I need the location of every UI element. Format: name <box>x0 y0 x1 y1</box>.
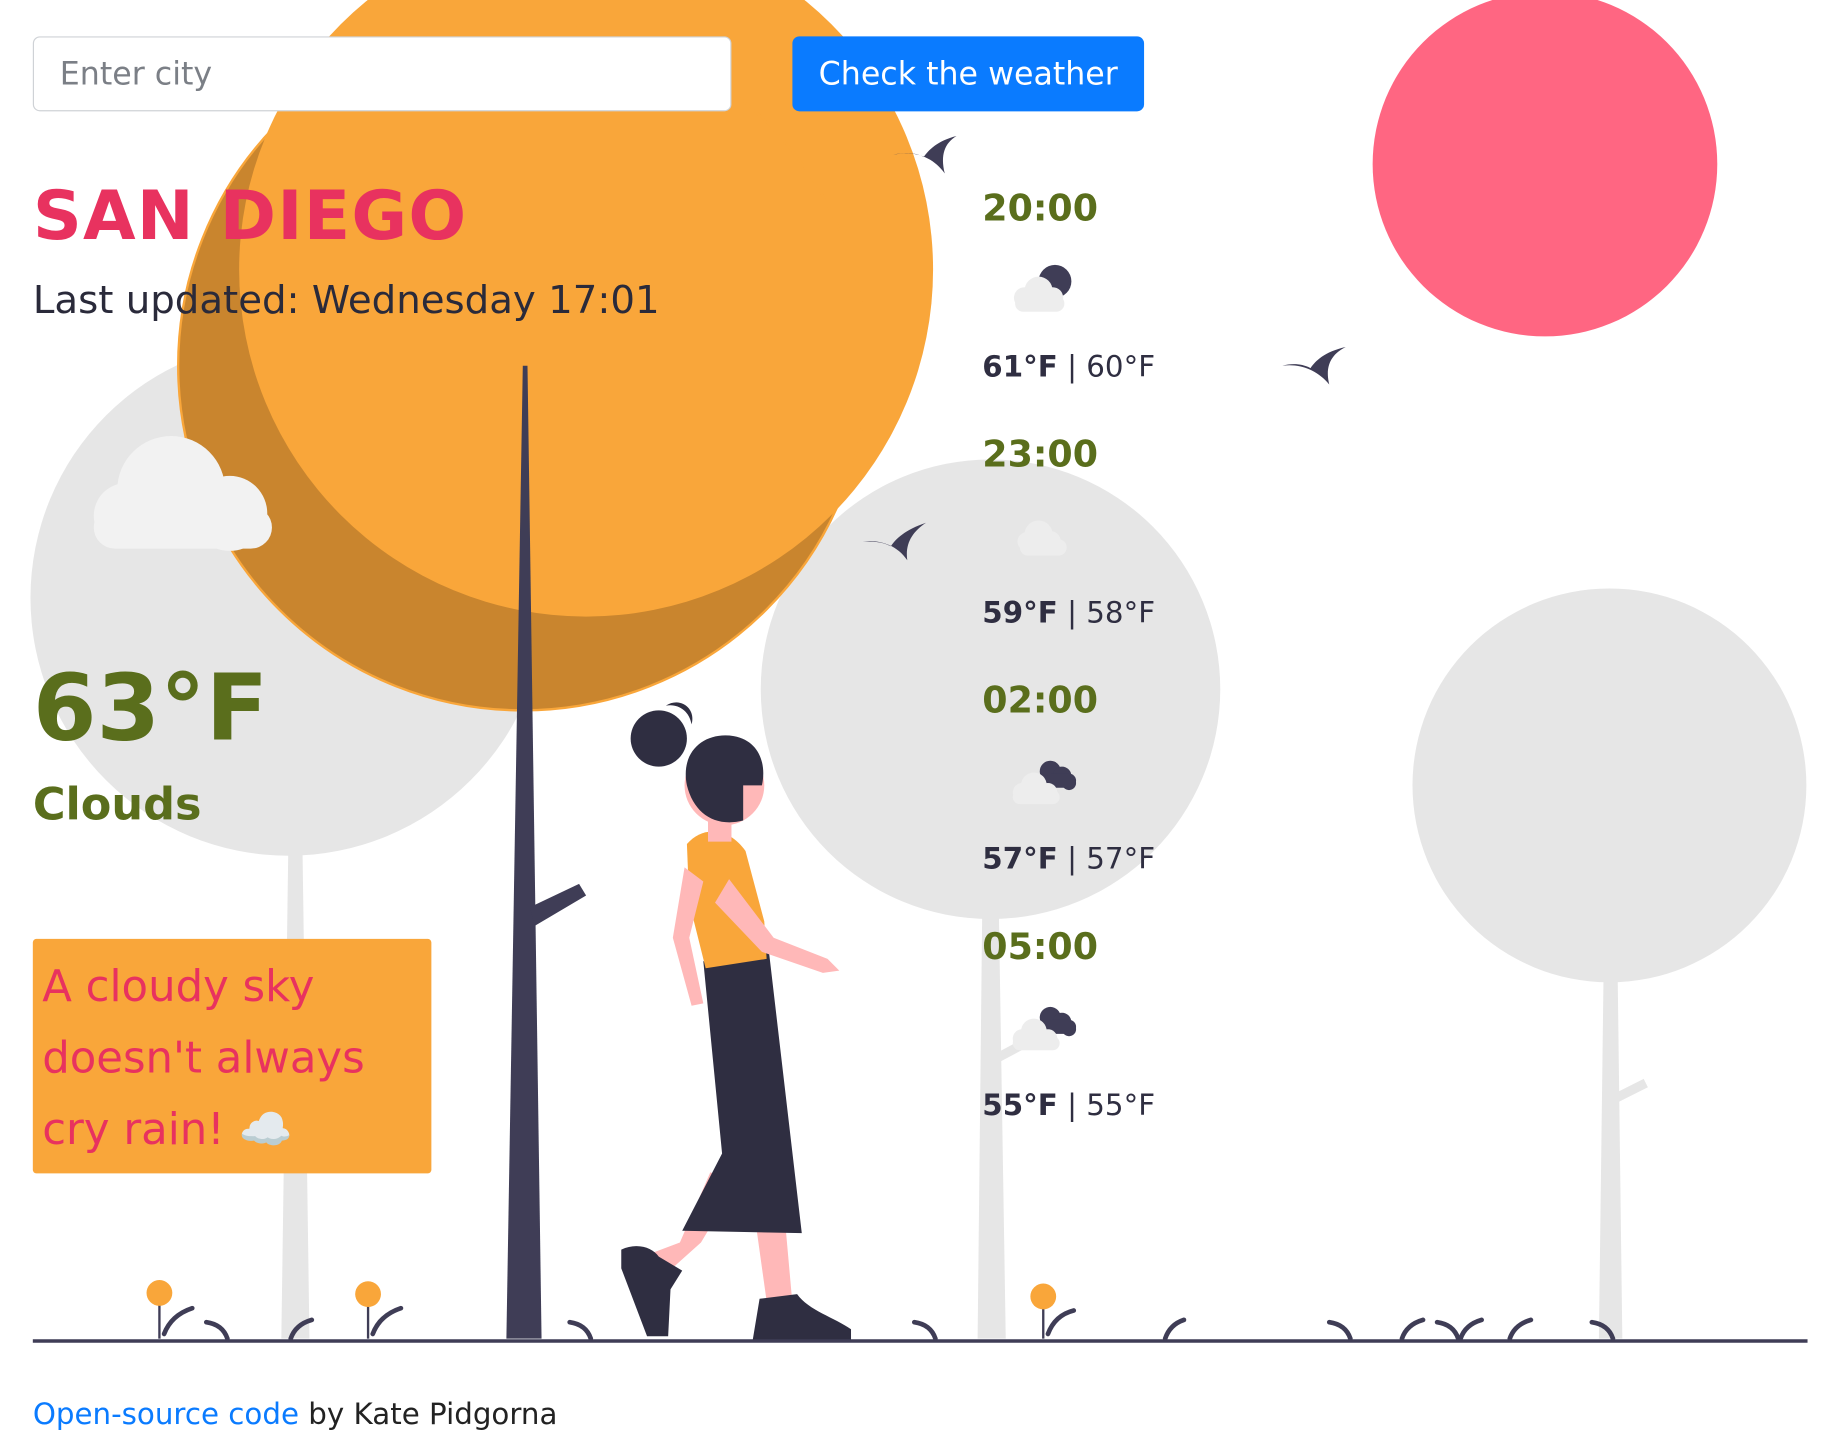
forecast-max: 57°F <box>982 841 1058 876</box>
weather-app: Check the weather SAN DIEGO Last updated… <box>0 0 1838 1454</box>
forecast-time: 05:00 <box>982 926 1098 969</box>
weather-quote: A cloudy sky doesn't always cry rain! ☁️ <box>32 938 432 1174</box>
forecast-time: 02:00 <box>982 679 1098 723</box>
forecast-min: 57°F <box>1086 841 1156 876</box>
forecast-item: 20:00 61°F | 60°F <box>982 188 1240 434</box>
footer-author: by Kate Pidgorna <box>298 1397 558 1432</box>
forecast-min: 55°F <box>1086 1087 1156 1122</box>
footer: Open-source code by Kate Pidgorna <box>33 1397 558 1431</box>
city-name: SAN DIEGO <box>32 175 468 256</box>
forecast-temps: 59°F | 58°F <box>982 595 1156 630</box>
hourly-forecast: 20:00 61°F | 60°F 23:00 59°F | 58°F 02:0… <box>982 188 1240 1173</box>
forecast-item: 02:00 57°F | 57°F <box>982 680 1240 926</box>
forecast-max: 59°F <box>982 595 1058 630</box>
forecast-item: 05:00 55°F | 55°F <box>982 926 1240 1172</box>
night-cloud-icon <box>1013 264 1072 312</box>
current-temperature: 63°F <box>32 656 269 762</box>
forecast-min: 58°F <box>1086 595 1156 630</box>
forecast-temps: 57°F | 57°F <box>982 841 1156 876</box>
broken-clouds-icon <box>1012 1006 1077 1051</box>
forecast-temps: 55°F | 55°F <box>982 1087 1156 1122</box>
forecast-temps: 61°F | 60°F <box>982 349 1156 384</box>
forecast-time: 23:00 <box>982 433 1098 476</box>
forecast-item: 23:00 59°F | 58°F <box>982 434 1240 680</box>
open-source-link[interactable]: Open-source code <box>33 1397 299 1431</box>
forecast-time: 20:00 <box>982 187 1098 230</box>
cloud-icon <box>1017 520 1067 556</box>
weather-description: Clouds <box>32 778 202 830</box>
city-search-input[interactable] <box>32 36 732 112</box>
broken-clouds-icon <box>1012 760 1077 805</box>
last-updated: Last updated: Wednesday 17:01 <box>32 276 660 323</box>
forecast-max: 55°F <box>982 1087 1058 1122</box>
check-weather-button[interactable]: Check the weather <box>792 36 1145 112</box>
forecast-max: 61°F <box>982 349 1058 384</box>
forecast-min: 60°F <box>1086 349 1156 384</box>
